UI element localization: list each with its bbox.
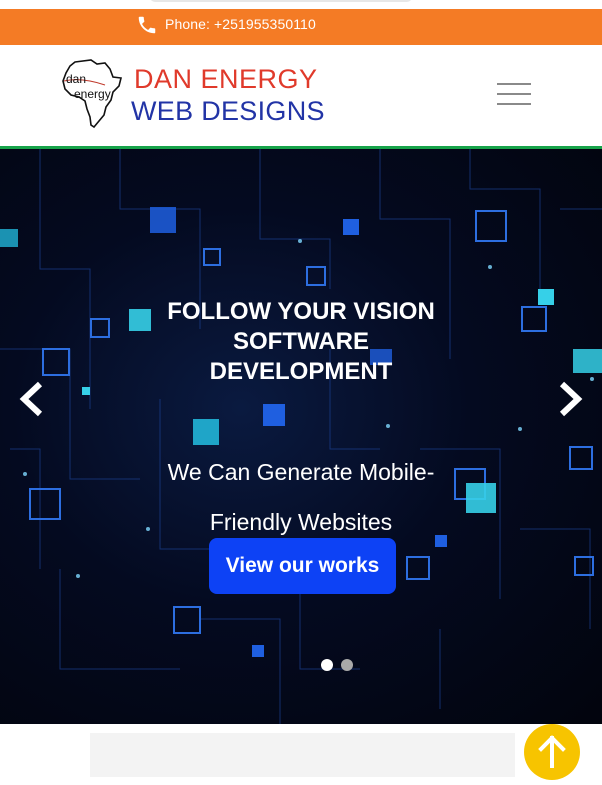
carousel-dot-1[interactable] [321, 659, 333, 671]
menu-bar-middle [497, 93, 531, 95]
hero-title-line: SOFTWARE [233, 328, 369, 355]
brand-name-line2: WEB DESIGNS [131, 96, 325, 126]
phone-number-text[interactable]: Phone: +251955350110 [165, 16, 316, 32]
circuit-background [0, 149, 602, 724]
back-to-top-button[interactable] [524, 724, 580, 780]
next-section-placeholder [90, 733, 515, 777]
site-header: dan energy DAN ENERGY WEB DESIGNS [0, 45, 602, 149]
hero-title-line: DEVELOPMENT [209, 358, 393, 385]
chevron-left-icon[interactable] [18, 381, 48, 417]
carousel-dot-2[interactable] [341, 659, 353, 671]
brand-name-line1: DAN ENERGY [134, 64, 318, 94]
contact-bar: Phone: +251955350110 [0, 9, 602, 45]
logo-map-text-energy: energy [74, 87, 111, 101]
site-logo[interactable]: dan energy DAN ENERGY WEB DESIGNS [61, 59, 325, 131]
menu-bar-bottom [497, 103, 531, 105]
menu-bar-top [497, 83, 531, 85]
carousel-indicators [320, 659, 360, 673]
hero-title-line: FOLLOW YOUR VISION [167, 298, 435, 325]
hero-carousel: FOLLOW YOUR VISION SOFTWARE DEVELOPMENT … [0, 149, 602, 724]
hero-subtitle-line: We Can Generate Mobile- [167, 459, 435, 485]
arrow-up-icon [538, 735, 566, 768]
hamburger-menu-icon[interactable] [497, 81, 531, 107]
hero-subtitle: We Can Generate Mobile- Friendly Website… [0, 447, 602, 547]
browser-top-strip [0, 0, 602, 9]
chevron-right-icon[interactable] [554, 381, 584, 417]
view-our-works-button[interactable]: View our works [209, 538, 396, 594]
phone-icon [138, 16, 156, 34]
logo-map-text-dan: dan [66, 72, 87, 86]
hero-title: FOLLOW YOUR VISION SOFTWARE DEVELOPMENT [0, 297, 602, 387]
address-bar-edge [150, 0, 412, 2]
